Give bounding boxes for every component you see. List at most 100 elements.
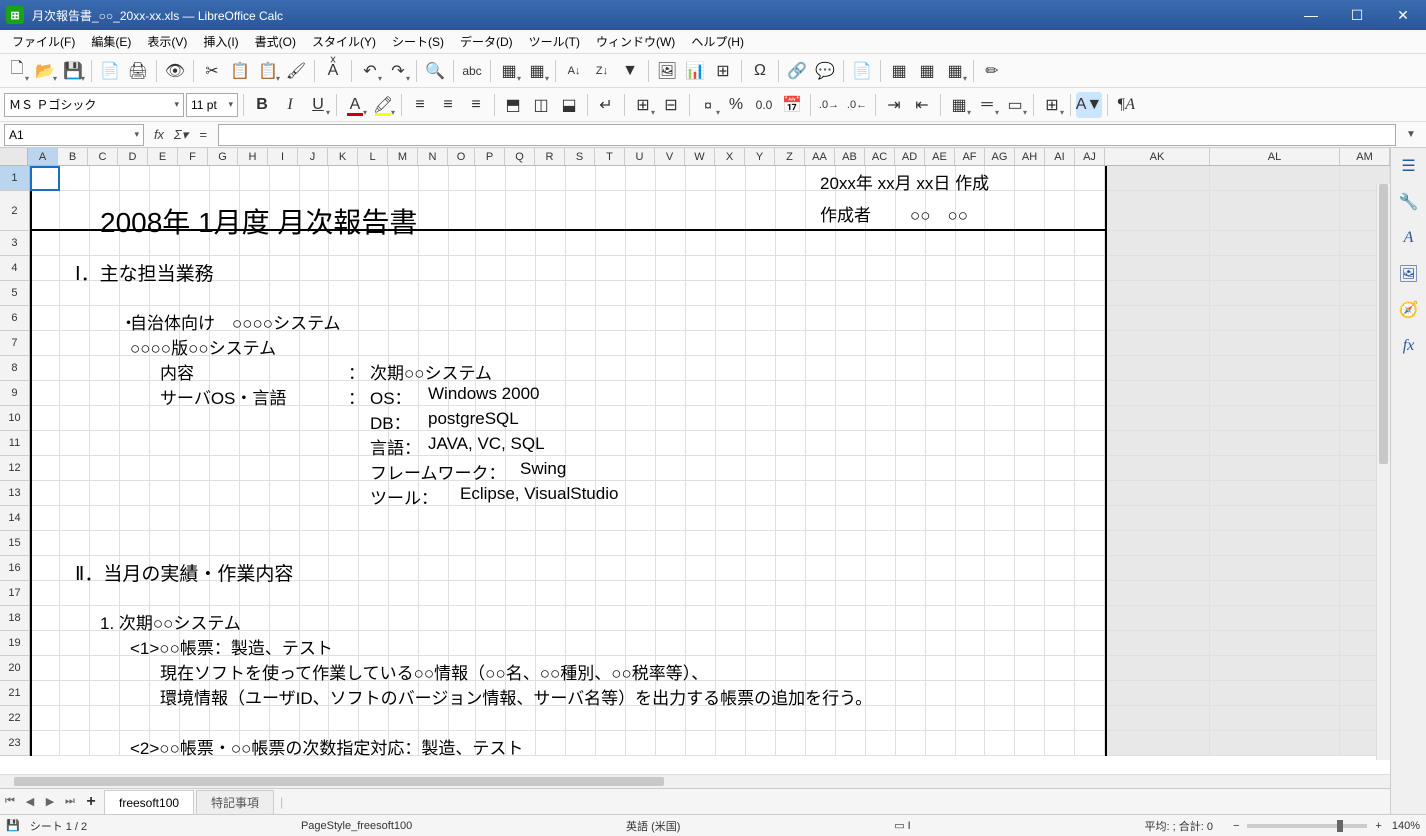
col-header-L[interactable]: L bbox=[358, 148, 388, 165]
autoformat-button[interactable]: ⊞▾ bbox=[1039, 92, 1065, 118]
bold-button[interactable]: B bbox=[249, 92, 275, 118]
row-header-7[interactable]: 7 bbox=[0, 331, 30, 356]
menu-挿入I[interactable]: 挿入(I) bbox=[195, 30, 246, 54]
col-header-AF[interactable]: AF bbox=[955, 148, 985, 165]
row-header-12[interactable]: 12 bbox=[0, 456, 30, 481]
menu-編集E[interactable]: 編集(E) bbox=[83, 30, 139, 54]
col-header-W[interactable]: W bbox=[685, 148, 715, 165]
font-color-button[interactable]: A▾ bbox=[342, 92, 368, 118]
format-paintbrush-button[interactable]: 🖌 bbox=[283, 58, 309, 84]
close-button[interactable]: ✕ bbox=[1380, 0, 1426, 30]
col-header-AJ[interactable]: AJ bbox=[1075, 148, 1105, 165]
formula-button[interactable]: = bbox=[192, 124, 214, 146]
clear-formatting-button[interactable]: Aͯ bbox=[320, 58, 346, 84]
formula-input[interactable] bbox=[218, 124, 1396, 146]
col-header-AB[interactable]: AB bbox=[835, 148, 865, 165]
highlight-color-button[interactable]: 🖍▾ bbox=[370, 92, 396, 118]
row-header-21[interactable]: 21 bbox=[0, 681, 30, 706]
row-header-18[interactable]: 18 bbox=[0, 606, 30, 631]
split-button[interactable]: ▦ bbox=[914, 58, 940, 84]
col-header-K[interactable]: K bbox=[328, 148, 358, 165]
open-button[interactable]: 📂▾ bbox=[32, 58, 58, 84]
col-header-AL[interactable]: AL bbox=[1210, 148, 1340, 165]
date-button[interactable]: 📅 bbox=[779, 92, 805, 118]
autofilter-button[interactable]: ▼ bbox=[617, 58, 643, 84]
col-header-Q[interactable]: Q bbox=[505, 148, 535, 165]
sort-desc-button[interactable]: Z↓ bbox=[589, 58, 615, 84]
chart-button[interactable]: 📊 bbox=[682, 58, 708, 84]
paste-button[interactable]: 📋▾ bbox=[255, 58, 281, 84]
merge-cells-button[interactable]: ⊞▾ bbox=[630, 92, 656, 118]
export-pdf-button[interactable]: 📄 bbox=[97, 58, 123, 84]
row-header-8[interactable]: 8 bbox=[0, 356, 30, 381]
status-language[interactable]: 英語 (米国) bbox=[626, 818, 680, 834]
tab-prev-button[interactable]: ◀ bbox=[20, 795, 40, 808]
col-header-M[interactable]: M bbox=[388, 148, 418, 165]
menu-ウィンドウW[interactable]: ウィンドウ(W) bbox=[588, 30, 683, 54]
col-header-AK[interactable]: AK bbox=[1105, 148, 1210, 165]
sort-asc-button[interactable]: A↓ bbox=[561, 58, 587, 84]
currency-button[interactable]: ¤▾ bbox=[695, 92, 721, 118]
border-style-button[interactable]: ═▾ bbox=[974, 92, 1000, 118]
decrease-indent-button[interactable]: ⇤ bbox=[909, 92, 935, 118]
horizontal-scrollbar[interactable] bbox=[0, 774, 1390, 788]
col-header-A[interactable]: A bbox=[28, 148, 58, 165]
header-footer-button[interactable]: 📄 bbox=[849, 58, 875, 84]
sidebar-gallery-icon[interactable]: 🖼 bbox=[1395, 260, 1423, 288]
cut-button[interactable]: ✂ bbox=[199, 58, 225, 84]
sum-button[interactable]: Σ▾ bbox=[170, 124, 192, 146]
add-decimal-button[interactable]: .0→ bbox=[816, 92, 842, 118]
font-size-combo[interactable]: 11 pt▾ bbox=[186, 93, 238, 117]
new-button[interactable]: 🗋▾ bbox=[4, 58, 30, 84]
row-header-22[interactable]: 22 bbox=[0, 706, 30, 731]
align-bottom-button[interactable]: ⬓ bbox=[556, 92, 582, 118]
col-header-B[interactable]: B bbox=[58, 148, 88, 165]
formula-expand-button[interactable]: ▼ bbox=[1400, 124, 1422, 146]
menu-書式O[interactable]: 書式(O) bbox=[247, 30, 304, 54]
row-header-10[interactable]: 10 bbox=[0, 406, 30, 431]
copy-button[interactable]: 📋 bbox=[227, 58, 253, 84]
print-button[interactable]: 🖨 bbox=[125, 58, 151, 84]
column-button[interactable]: ▦▾ bbox=[524, 58, 550, 84]
col-header-Z[interactable]: Z bbox=[775, 148, 805, 165]
row-header-11[interactable]: 11 bbox=[0, 431, 30, 456]
row-header-5[interactable]: 5 bbox=[0, 281, 30, 306]
col-header-X[interactable]: X bbox=[715, 148, 745, 165]
align-middle-button[interactable]: ◫ bbox=[528, 92, 554, 118]
col-header-E[interactable]: E bbox=[148, 148, 178, 165]
tab-first-button[interactable]: ⏮ bbox=[0, 795, 20, 808]
menu-表示V[interactable]: 表示(V) bbox=[139, 30, 195, 54]
col-header-O[interactable]: O bbox=[448, 148, 475, 165]
col-header-R[interactable]: R bbox=[535, 148, 565, 165]
col-header-S[interactable]: S bbox=[565, 148, 595, 165]
row-button[interactable]: ▦▾ bbox=[496, 58, 522, 84]
row-header-16[interactable]: 16 bbox=[0, 556, 30, 581]
zoom-in-button[interactable]: + bbox=[1375, 820, 1381, 832]
row-header-3[interactable]: 3 bbox=[0, 231, 30, 256]
row-header-1[interactable]: 1 bbox=[0, 166, 30, 191]
row-header-20[interactable]: 20 bbox=[0, 656, 30, 681]
row-header-15[interactable]: 15 bbox=[0, 531, 30, 556]
styles-button[interactable]: ¶A bbox=[1113, 92, 1139, 118]
col-header-D[interactable]: D bbox=[118, 148, 148, 165]
function-wizard-button[interactable]: fx bbox=[148, 124, 170, 146]
menu-ヘルプH[interactable]: ヘルプ(H) bbox=[683, 30, 752, 54]
sheet-tab-active[interactable]: freesoft100 bbox=[104, 790, 194, 814]
row-header-14[interactable]: 14 bbox=[0, 506, 30, 531]
align-top-button[interactable]: ⬒ bbox=[500, 92, 526, 118]
menu-ツールT[interactable]: ツール(T) bbox=[521, 30, 588, 54]
spreadsheet-grid[interactable]: 1234567891011121314151617181920212223 20… bbox=[0, 166, 1390, 774]
menu-スタイルY[interactable]: スタイル(Y) bbox=[304, 30, 384, 54]
row-header-17[interactable]: 17 bbox=[0, 581, 30, 606]
zoom-out-button[interactable]: − bbox=[1233, 820, 1239, 832]
hyperlink-button[interactable]: 🔗 bbox=[784, 58, 810, 84]
col-header-AC[interactable]: AC bbox=[865, 148, 895, 165]
add-sheet-button[interactable]: + bbox=[80, 793, 102, 811]
vertical-scrollbar[interactable] bbox=[1376, 184, 1390, 760]
borders-button[interactable]: ▦▾ bbox=[946, 92, 972, 118]
col-header-P[interactable]: P bbox=[475, 148, 505, 165]
align-center-button[interactable]: ≡ bbox=[435, 92, 461, 118]
find-button[interactable]: 🔍 bbox=[422, 58, 448, 84]
name-box[interactable]: A1▾ bbox=[4, 124, 144, 146]
col-header-T[interactable]: T bbox=[595, 148, 625, 165]
